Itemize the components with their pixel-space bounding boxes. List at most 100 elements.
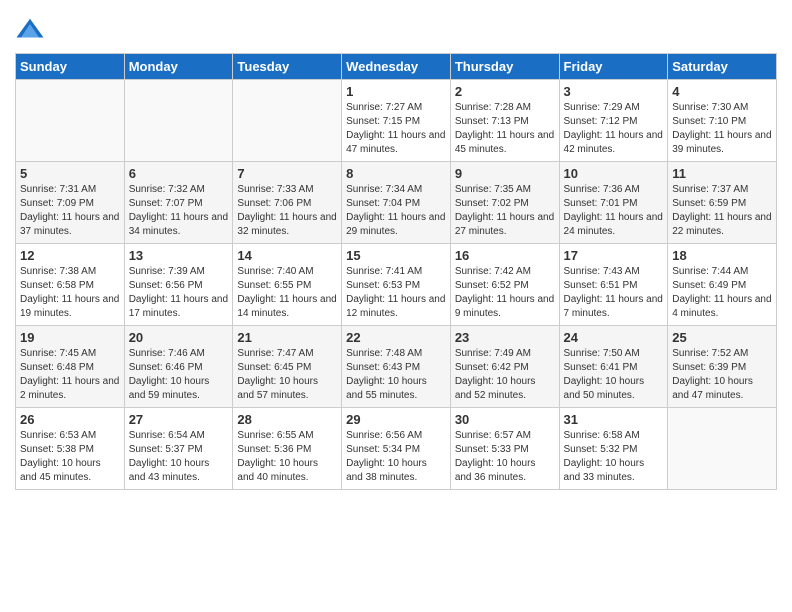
- calendar-cell: [668, 408, 777, 490]
- day-info: Sunrise: 7:52 AMSunset: 6:39 PMDaylight:…: [672, 347, 772, 403]
- day-info: Sunrise: 7:42 AMSunset: 6:52 PMDaylight:…: [455, 265, 555, 321]
- day-info: Sunrise: 7:39 AMSunset: 6:56 PMDaylight:…: [129, 265, 229, 321]
- day-info: Sunrise: 6:54 AMSunset: 5:37 PMDaylight:…: [129, 429, 229, 485]
- day-number: 14: [237, 248, 337, 263]
- day-info: Sunrise: 7:28 AMSunset: 7:13 PMDaylight:…: [455, 101, 555, 157]
- day-info: Sunrise: 7:49 AMSunset: 6:42 PMDaylight:…: [455, 347, 555, 403]
- calendar-cell: [16, 80, 125, 162]
- calendar-cell: 10 Sunrise: 7:36 AMSunset: 7:01 PMDayligh…: [559, 162, 668, 244]
- day-number: 24: [564, 330, 664, 345]
- day-info: Sunrise: 6:57 AMSunset: 5:33 PMDaylight:…: [455, 429, 555, 485]
- day-number: 2: [455, 84, 555, 99]
- day-info: Sunrise: 7:35 AMSunset: 7:02 PMDaylight:…: [455, 183, 555, 239]
- calendar-week-row: 26Sunrise: 6:53 AMSunset: 5:38 PMDayligh…: [16, 408, 777, 490]
- day-number: 1: [346, 84, 446, 99]
- day-number: 30: [455, 412, 555, 427]
- calendar-cell: 21 Sunrise: 7:47 AMSunset: 6:45 PMDayligh…: [233, 326, 342, 408]
- day-info: Sunrise: 7:32 AMSunset: 7:07 PMDaylight:…: [129, 183, 229, 239]
- day-number: 21: [237, 330, 337, 345]
- day-info: Sunrise: 7:27 AMSunset: 7:15 PMDaylight:…: [346, 101, 446, 157]
- calendar-cell: 28Sunrise: 6:55 AMSunset: 5:36 PMDayligh…: [233, 408, 342, 490]
- calendar-header-row: SundayMondayTuesdayWednesdayThursdayFrid…: [16, 54, 777, 80]
- day-info: Sunrise: 7:29 AMSunset: 7:12 PMDaylight:…: [564, 101, 664, 157]
- calendar-cell: [233, 80, 342, 162]
- day-info: Sunrise: 6:58 AMSunset: 5:32 PMDaylight:…: [564, 429, 664, 485]
- day-number: 25: [672, 330, 772, 345]
- day-info: Sunrise: 6:56 AMSunset: 5:34 PMDaylight:…: [346, 429, 446, 485]
- calendar-cell: 7 Sunrise: 7:33 AMSunset: 7:06 PMDaylight…: [233, 162, 342, 244]
- day-info: Sunrise: 7:40 AMSunset: 6:55 PMDaylight:…: [237, 265, 337, 321]
- calendar-cell: 25 Sunrise: 7:52 AMSunset: 6:39 PMDayligh…: [668, 326, 777, 408]
- day-info: Sunrise: 7:50 AMSunset: 6:41 PMDaylight:…: [564, 347, 664, 403]
- day-number: 10: [564, 166, 664, 181]
- calendar-cell: 30 Sunrise: 6:57 AMSunset: 5:33 PMDayligh…: [450, 408, 559, 490]
- calendar-cell: 24 Sunrise: 7:50 AMSunset: 6:41 PMDayligh…: [559, 326, 668, 408]
- day-number: 16: [455, 248, 555, 263]
- day-number: 31: [564, 412, 664, 427]
- day-number: 3: [564, 84, 664, 99]
- calendar-cell: [124, 80, 233, 162]
- calendar-cell: 13 Sunrise: 7:39 AMSunset: 6:56 PMDayligh…: [124, 244, 233, 326]
- day-of-week-header: Wednesday: [342, 54, 451, 80]
- calendar-cell: 14 Sunrise: 7:40 AMSunset: 6:55 PMDayligh…: [233, 244, 342, 326]
- logo: [15, 15, 47, 45]
- calendar-cell: 22Sunrise: 7:48 AMSunset: 6:43 PMDayligh…: [342, 326, 451, 408]
- calendar-cell: 23 Sunrise: 7:49 AMSunset: 6:42 PMDayligh…: [450, 326, 559, 408]
- day-number: 27: [129, 412, 229, 427]
- day-number: 5: [20, 166, 120, 181]
- calendar-cell: 6Sunrise: 7:32 AMSunset: 7:07 PMDaylight…: [124, 162, 233, 244]
- calendar-table: SundayMondayTuesdayWednesdayThursdayFrid…: [15, 53, 777, 490]
- header: [15, 10, 777, 45]
- day-number: 15: [346, 248, 446, 263]
- calendar-cell: 26Sunrise: 6:53 AMSunset: 5:38 PMDayligh…: [16, 408, 125, 490]
- day-of-week-header: Sunday: [16, 54, 125, 80]
- day-info: Sunrise: 7:48 AMSunset: 6:43 PMDaylight:…: [346, 347, 446, 403]
- day-number: 8: [346, 166, 446, 181]
- calendar-cell: 8 Sunrise: 7:34 AMSunset: 7:04 PMDaylight…: [342, 162, 451, 244]
- day-info: Sunrise: 7:41 AMSunset: 6:53 PMDaylight:…: [346, 265, 446, 321]
- day-info: Sunrise: 7:38 AMSunset: 6:58 PMDaylight:…: [20, 265, 120, 321]
- day-number: 17: [564, 248, 664, 263]
- calendar-cell: 11Sunrise: 7:37 AMSunset: 6:59 PMDayligh…: [668, 162, 777, 244]
- day-number: 13: [129, 248, 229, 263]
- day-info: Sunrise: 6:53 AMSunset: 5:38 PMDaylight:…: [20, 429, 120, 485]
- day-of-week-header: Monday: [124, 54, 233, 80]
- calendar-cell: 19 Sunrise: 7:45 AMSunset: 6:48 PMDayligh…: [16, 326, 125, 408]
- calendar-cell: 15 Sunrise: 7:41 AMSunset: 6:53 PMDayligh…: [342, 244, 451, 326]
- logo-icon: [15, 15, 45, 45]
- calendar-cell: 4Sunrise: 7:30 AMSunset: 7:10 PMDaylight…: [668, 80, 777, 162]
- day-number: 20: [129, 330, 229, 345]
- calendar-cell: 16 Sunrise: 7:42 AMSunset: 6:52 PMDayligh…: [450, 244, 559, 326]
- day-number: 12: [20, 248, 120, 263]
- calendar-cell: 18 Sunrise: 7:44 AMSunset: 6:49 PMDayligh…: [668, 244, 777, 326]
- calendar-cell: 12 Sunrise: 7:38 AMSunset: 6:58 PMDayligh…: [16, 244, 125, 326]
- day-number: 7: [237, 166, 337, 181]
- calendar-cell: 1 Sunrise: 7:27 AMSunset: 7:15 PMDaylight…: [342, 80, 451, 162]
- calendar-cell: 20 Sunrise: 7:46 AMSunset: 6:46 PMDayligh…: [124, 326, 233, 408]
- day-of-week-header: Saturday: [668, 54, 777, 80]
- calendar-cell: 31 Sunrise: 6:58 AMSunset: 5:32 PMDayligh…: [559, 408, 668, 490]
- day-info: Sunrise: 7:44 AMSunset: 6:49 PMDaylight:…: [672, 265, 772, 321]
- calendar-cell: 3 Sunrise: 7:29 AMSunset: 7:12 PMDaylight…: [559, 80, 668, 162]
- calendar-cell: 2 Sunrise: 7:28 AMSunset: 7:13 PMDaylight…: [450, 80, 559, 162]
- day-of-week-header: Friday: [559, 54, 668, 80]
- day-info: Sunrise: 7:47 AMSunset: 6:45 PMDaylight:…: [237, 347, 337, 403]
- day-number: 9: [455, 166, 555, 181]
- calendar-week-row: 12 Sunrise: 7:38 AMSunset: 6:58 PMDayligh…: [16, 244, 777, 326]
- calendar-week-row: 1 Sunrise: 7:27 AMSunset: 7:15 PMDaylight…: [16, 80, 777, 162]
- calendar-cell: 27 Sunrise: 6:54 AMSunset: 5:37 PMDayligh…: [124, 408, 233, 490]
- day-number: 19: [20, 330, 120, 345]
- day-info: Sunrise: 7:36 AMSunset: 7:01 PMDaylight:…: [564, 183, 664, 239]
- day-number: 23: [455, 330, 555, 345]
- day-info: Sunrise: 7:45 AMSunset: 6:48 PMDaylight:…: [20, 347, 120, 403]
- calendar-cell: 5Sunrise: 7:31 AMSunset: 7:09 PMDaylight…: [16, 162, 125, 244]
- day-info: Sunrise: 7:46 AMSunset: 6:46 PMDaylight:…: [129, 347, 229, 403]
- day-info: Sunrise: 7:33 AMSunset: 7:06 PMDaylight:…: [237, 183, 337, 239]
- calendar-cell: 9 Sunrise: 7:35 AMSunset: 7:02 PMDaylight…: [450, 162, 559, 244]
- page: SundayMondayTuesdayWednesdayThursdayFrid…: [0, 0, 792, 612]
- calendar-week-row: 19 Sunrise: 7:45 AMSunset: 6:48 PMDayligh…: [16, 326, 777, 408]
- day-number: 18: [672, 248, 772, 263]
- day-info: Sunrise: 7:34 AMSunset: 7:04 PMDaylight:…: [346, 183, 446, 239]
- day-info: Sunrise: 7:30 AMSunset: 7:10 PMDaylight:…: [672, 101, 772, 157]
- day-number: 29: [346, 412, 446, 427]
